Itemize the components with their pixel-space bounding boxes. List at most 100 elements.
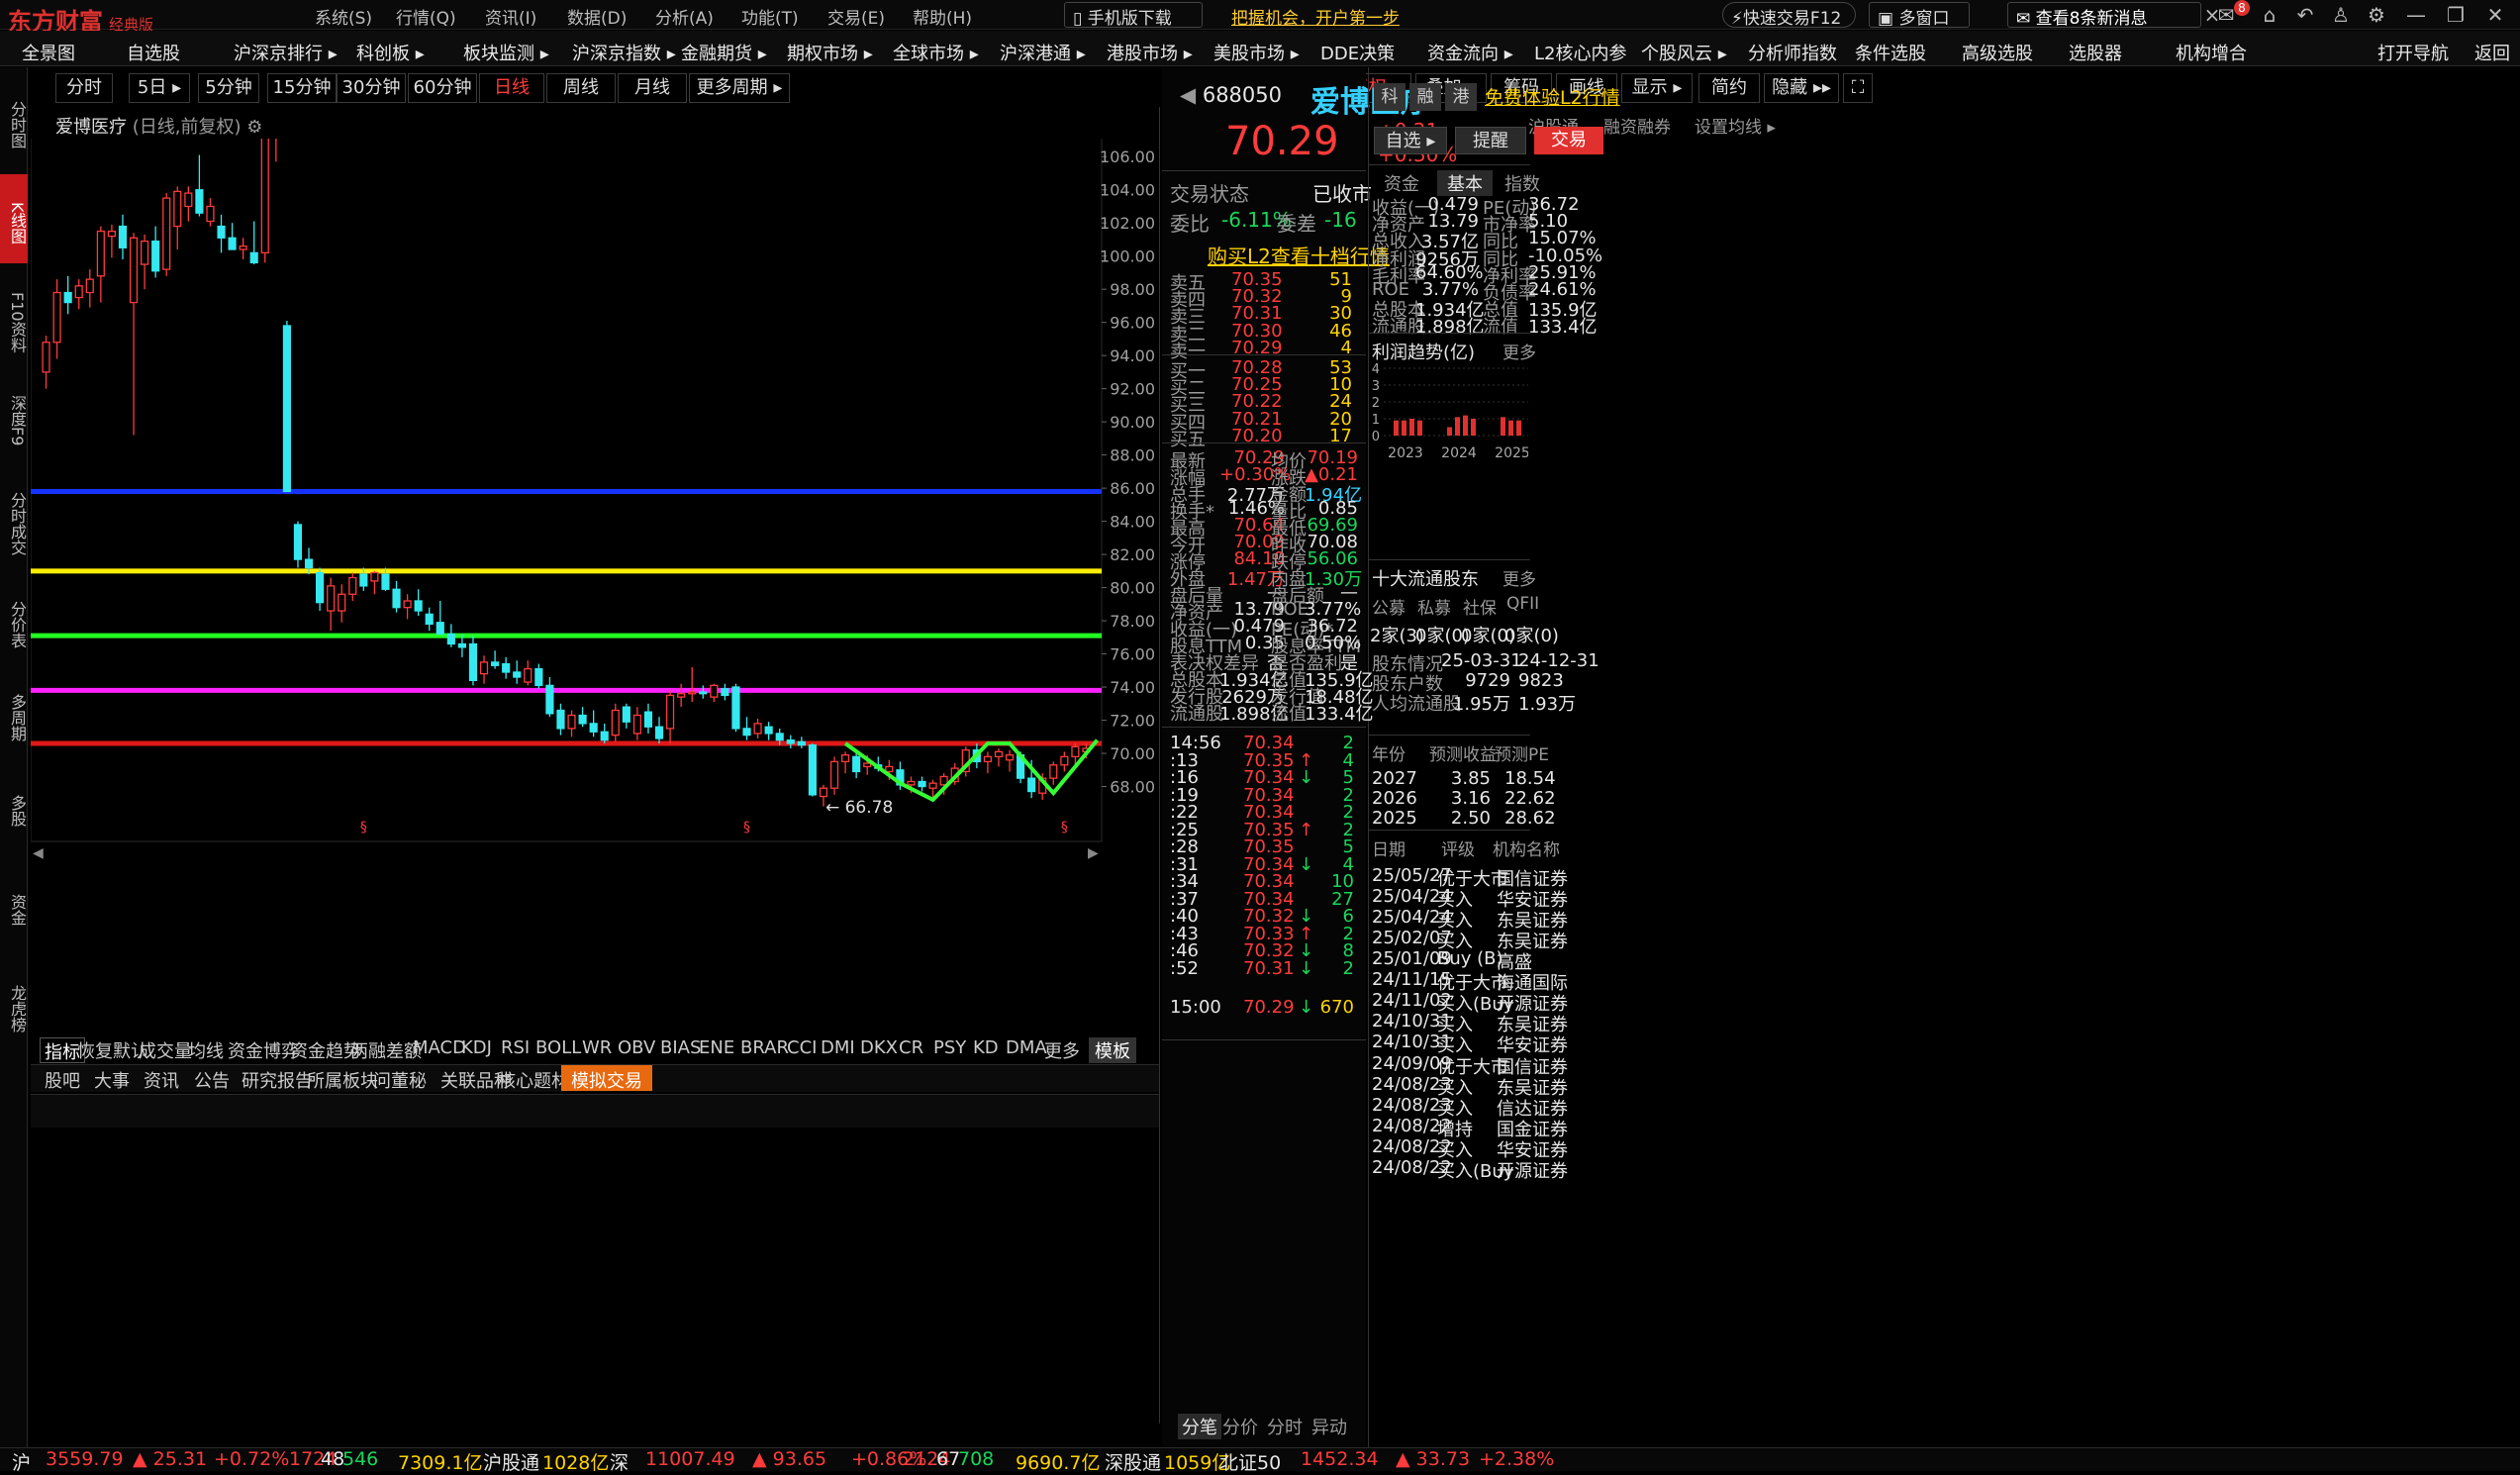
period-60min[interactable]: 60分钟 (408, 73, 477, 103)
tick-tab-3[interactable]: 异动 (1311, 1414, 1347, 1439)
bottom-tab-1[interactable]: 大事 (94, 1065, 130, 1092)
back-icon[interactable]: ↶ (2292, 3, 2318, 27)
indicator-tab-16[interactable]: CCI (787, 1037, 817, 1063)
link-ma-settings[interactable]: 设置均线 ▸ (1695, 113, 1776, 138)
bottom-tab-8[interactable]: 核心题材 (498, 1065, 569, 1092)
quick-trade-button[interactable]: ⚡快速交易F12 (1722, 2, 1856, 29)
trade-button[interactable]: 交易 (1534, 127, 1603, 154)
minimize-icon[interactable]: — (2403, 3, 2429, 27)
indicator-tab-19[interactable]: CR (899, 1037, 923, 1063)
tab-depth[interactable]: 深度F9 (0, 372, 28, 461)
period-30min[interactable]: 30分钟 (337, 73, 406, 103)
indicator-tab-7[interactable]: MACD (413, 1037, 466, 1063)
indicator-tab-12[interactable]: OBV (618, 1037, 655, 1063)
nav-ranking[interactable]: 沪深京排行 ▸ (234, 40, 338, 64)
nav-advanced[interactable]: 高级选股 (1962, 40, 2033, 64)
indicator-tab-24[interactable]: 模板 (1089, 1037, 1136, 1063)
nav-us[interactable]: 美股市场 ▸ (1213, 40, 1300, 64)
nav-open[interactable]: 打开导航 (2377, 40, 2449, 64)
indicator-tab-2[interactable]: 成交量 (139, 1037, 192, 1063)
indicator-tab-22[interactable]: DMA (1006, 1037, 1047, 1063)
fund-tab-1[interactable]: 基本 (1437, 170, 1493, 196)
fund-tab-2[interactable]: 指数 (1504, 170, 1540, 196)
l2-trial-link[interactable]: 免费体验L2行情 (1485, 83, 1620, 110)
period-5min[interactable]: 5分钟 (198, 73, 259, 103)
link-margin[interactable]: 融资融券 (1603, 113, 1671, 138)
menu-data[interactable]: 数据(D) (567, 4, 627, 29)
tab-f10[interactable]: F10资料 (0, 269, 28, 368)
bottom-tab-4[interactable]: 研究报告 (242, 1065, 313, 1092)
nav-connect[interactable]: 沪深港通 ▸ (1000, 40, 1086, 64)
kline-chart[interactable]: 108.00106.00104.00102.00100.0098.0096.00… (31, 139, 1159, 1336)
nav-dde[interactable]: DDE决策 (1320, 40, 1395, 64)
nav-watchlist[interactable]: 自选股 (127, 40, 180, 64)
fund-tab-0[interactable]: 资金 (1384, 170, 1419, 196)
nav-stock-news[interactable]: 个股风云 ▸ (1641, 40, 1727, 64)
multi-window-button[interactable]: ▣ 多窗口 (1869, 2, 1970, 29)
bottom-tab-6[interactable]: 问董秘 (373, 1065, 427, 1092)
bottom-tab-3[interactable]: 公告 (194, 1065, 230, 1092)
tab-trades[interactable]: 分时成交 (0, 465, 28, 574)
menu-system[interactable]: 系统(S) (315, 4, 372, 29)
period-15min[interactable]: 15分钟 (267, 73, 337, 103)
menu-news[interactable]: 资讯(I) (485, 4, 536, 29)
nav-global[interactable]: 全球市场 ▸ (893, 40, 979, 64)
period-more[interactable]: 更多周期 ▸ (689, 73, 790, 103)
menu-function[interactable]: 功能(T) (741, 4, 799, 29)
bottom-tab-5[interactable]: 所属板块 (307, 1065, 378, 1092)
nav-panorama[interactable]: 全景图 (22, 40, 75, 64)
indicator-tab-18[interactable]: DKX (860, 1037, 898, 1063)
prev-stock-icon[interactable]: ◀ (1180, 83, 1203, 107)
indicator-tab-4[interactable]: 资金博弈 (228, 1037, 299, 1063)
display-button[interactable]: 显示 ▸ (1621, 73, 1693, 103)
nav-analyst[interactable]: 分析师指数 (1748, 40, 1837, 64)
tick-tab-1[interactable]: 分价 (1222, 1414, 1258, 1439)
nav-sector-monitor[interactable]: 板块监测 ▸ (463, 40, 549, 64)
watchlist-button[interactable]: 自选 ▸ (1374, 127, 1447, 154)
period-5day[interactable]: 5日 ▸ (129, 73, 190, 103)
tab-multi-stock[interactable]: 多股 (0, 772, 28, 841)
tab-capital[interactable]: 资金 (0, 871, 28, 940)
indicator-tab-3[interactable]: 均线 (188, 1037, 224, 1063)
bottom-tab-9[interactable]: 模拟交易 (561, 1065, 652, 1092)
menu-quote[interactable]: 行情(Q) (396, 4, 456, 29)
gear-icon[interactable]: ⚙ (246, 117, 262, 138)
tab-multi-period[interactable]: 多周期 (0, 669, 28, 758)
indicator-tab-21[interactable]: KD (973, 1037, 999, 1063)
tab-timeshare[interactable]: 分时图 (0, 71, 28, 170)
nav-options[interactable]: 期权市场 ▸ (787, 40, 873, 64)
mobile-download-button[interactable]: ▯ 手机版下载 (1064, 2, 1203, 29)
open-account-link[interactable]: 把握机会，开户第一步 (1231, 4, 1400, 29)
nav-condition[interactable]: 条件选股 (1855, 40, 1926, 64)
nav-back[interactable]: 返回 (2474, 40, 2510, 64)
tick-tab-2[interactable]: 分时 (1267, 1414, 1303, 1439)
simple-button[interactable]: 简约 (1698, 73, 1760, 103)
settings-icon[interactable]: ⚙ (2364, 3, 2389, 27)
close-icon[interactable]: ✕ (2482, 3, 2508, 27)
nav-star-market[interactable]: 科创板 ▸ (356, 40, 425, 64)
scroll-right-icon[interactable]: ▶ (1088, 845, 1099, 861)
home-icon[interactable]: ⌂ (2257, 3, 2282, 27)
menu-analysis[interactable]: 分析(A) (655, 4, 714, 29)
bottom-tab-2[interactable]: 资讯 (144, 1065, 179, 1092)
period-timeshare[interactable]: 分时 (55, 73, 113, 103)
nav-l2[interactable]: L2核心内参 (1534, 40, 1626, 64)
indicator-tab-17[interactable]: DMI (821, 1037, 855, 1063)
indicator-tab-20[interactable]: PSY (933, 1037, 966, 1063)
period-weekly[interactable]: 周线 (546, 73, 616, 103)
messages-button[interactable]: ✉ 查看8条新消息 (2007, 2, 2201, 29)
tab-price-table[interactable]: 分价表 (0, 576, 28, 665)
indicator-tab-15[interactable]: BRAR (740, 1037, 789, 1063)
tab-dragon-tiger[interactable]: 龙虎榜 (0, 960, 28, 1049)
tab-kline[interactable]: K线图 (0, 174, 28, 263)
skin-icon[interactable]: ♙ (2328, 3, 2354, 27)
fullscreen-icon[interactable]: ⛶ (1843, 73, 1873, 103)
indicator-tab-10[interactable]: BOLL (535, 1037, 581, 1063)
nav-screener[interactable]: 选股器 (2069, 40, 2122, 64)
nav-hk[interactable]: 港股市场 ▸ (1107, 40, 1193, 64)
hide-button[interactable]: 隐藏 ▸▸ (1764, 73, 1839, 103)
indicator-tab-23[interactable]: 更多 (1044, 1037, 1080, 1063)
bottom-tab-0[interactable]: 股吧 (45, 1065, 80, 1092)
period-monthly[interactable]: 月线 (618, 73, 687, 103)
maximize-icon[interactable]: ❐ (2443, 3, 2469, 27)
